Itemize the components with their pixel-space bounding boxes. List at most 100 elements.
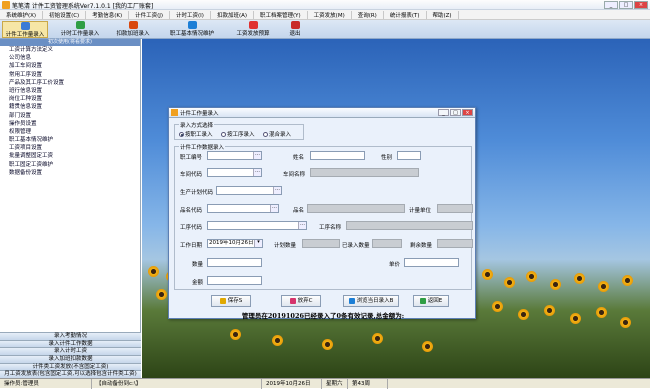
toolbar-piecework-entry[interactable]: 计件工作量录入 — [2, 21, 48, 38]
workshop-code-field[interactable]: … — [207, 168, 262, 177]
mode-mixed-radio[interactable]: 混合录入 — [263, 130, 291, 138]
unit-field — [437, 204, 473, 213]
sidebar-item-native-place[interactable]: 籍贯信息设置 — [0, 103, 140, 111]
process-code-field[interactable]: … — [207, 221, 307, 230]
dialog-minimize-button[interactable]: _ — [438, 109, 449, 116]
menu-deduction[interactable]: 扣款加班(A) — [211, 10, 255, 19]
return-button[interactable]: 返回E — [413, 295, 449, 307]
save-button[interactable]: 保存S — [211, 295, 251, 307]
toolbar-exit[interactable]: 退出 — [283, 21, 307, 38]
list-icon — [20, 22, 30, 30]
dialog-maximize-button[interactable]: □ — [450, 109, 461, 116]
piecework-entry-dialog: 计件工作量录入 _ □ × 录入方式选择 按职工录入 按工序录入 混合录入 计件… — [168, 107, 476, 320]
sunflower — [230, 329, 241, 340]
discard-icon — [289, 297, 296, 304]
status-bar: 操作员:管理员 【自动备份到c:\】 2019年10月26日 星期六 第43周 — [0, 378, 650, 389]
sidebar: 初次使用(将看要求) 工资计算方法定义 公司信息 加工车间设置 常用工序设置 产… — [0, 39, 141, 378]
sunflower — [504, 277, 515, 288]
sunflower — [622, 275, 633, 286]
mode-by-employee-radio[interactable]: 按职工录入 — [179, 130, 213, 138]
browse-icon[interactable]: … — [298, 222, 306, 229]
remaining-qty-field — [437, 239, 473, 248]
browse-icon[interactable]: … — [253, 169, 261, 176]
sidebar-header: 初次使用(将看要求) — [0, 39, 140, 46]
menu-bar: 系统维护(X) 初始设置(C) 考勤信息(K) 计件工资(J) 计时工资(I) … — [0, 10, 650, 20]
product-code-field[interactable]: … — [207, 204, 279, 213]
emp-no-field[interactable]: … — [207, 151, 262, 160]
sidebar-nav-piece-pay[interactable]: 计件类工资发放(不含固定工资) — [0, 362, 141, 371]
quantity-field[interactable] — [207, 258, 262, 267]
sunflower — [550, 279, 561, 290]
sidebar-item-workshop[interactable]: 加工车间设置 — [0, 62, 140, 70]
app-icon — [2, 1, 10, 9]
browse-icon[interactable]: … — [253, 152, 261, 159]
sidebar-item-batch-adjust[interactable]: 批量调整固定工资 — [0, 152, 140, 160]
exit-icon — [290, 21, 300, 29]
menu-query[interactable]: 查询(R) — [352, 10, 384, 19]
sunflower — [544, 305, 555, 316]
sidebar-item-wage-method[interactable]: 工资计算方法定义 — [0, 46, 140, 54]
sidebar-item-post[interactable]: 岗位工种设置 — [0, 95, 140, 103]
menu-init[interactable]: 初始设置(C) — [43, 10, 87, 19]
radio-empty-icon — [221, 132, 226, 137]
close-button[interactable]: × — [634, 1, 648, 9]
sidebar-item-shift[interactable]: 班行信息设置 — [0, 87, 140, 95]
amount-field[interactable] — [207, 276, 262, 285]
sidebar-nav-deduction[interactable]: 录入加班扣款数据 — [0, 354, 141, 363]
maximize-button[interactable]: □ — [619, 1, 633, 9]
work-date-picker[interactable]: 2019年10月26日 ▾ — [207, 239, 263, 248]
sidebar-nav-piecework[interactable]: 录入计件工作数据 — [0, 339, 141, 348]
menu-employee[interactable]: 职工档案管理(Y) — [254, 10, 308, 19]
sunflower — [322, 339, 333, 350]
chevron-down-icon[interactable]: ▾ — [254, 240, 262, 247]
sidebar-item-common-process[interactable]: 常用工序设置 — [0, 71, 140, 79]
menu-reports[interactable]: 统计报表(T) — [384, 10, 427, 19]
price-label: 单价 — [389, 262, 401, 268]
minimize-button[interactable]: _ — [604, 1, 618, 9]
menu-attendance[interactable]: 考勤信息(K) — [86, 10, 130, 19]
name-label: 姓名 — [293, 155, 305, 161]
sidebar-item-wage-items[interactable]: 工资项目设置 — [0, 144, 140, 152]
toolbar-timework-entry[interactable]: 计时工作量录入 — [57, 21, 103, 38]
save-icon — [219, 297, 226, 304]
sidebar-item-employee-info[interactable]: 职工基本情况维护 — [0, 136, 140, 144]
sidebar-item-fixed-wage[interactable]: 职工固定工资维护 — [0, 161, 140, 169]
sidebar-item-permission[interactable]: 权限管理 — [0, 128, 140, 136]
work-date-label: 工作日期 — [180, 243, 203, 249]
browse-icon[interactable]: … — [273, 187, 281, 194]
sidebar-bottom-panel: 录入考勤情况 录入计件工作数据 录入计时工资 录入加班扣款数据 计件类工资发放(… — [0, 331, 141, 378]
menu-piecework[interactable]: 计件工资(J) — [129, 10, 171, 19]
plan-qty-field — [302, 239, 340, 248]
toolbar-deduction-entry[interactable]: 扣款加班录入 — [112, 21, 154, 38]
browse-today-button[interactable]: 浏览当日录入B — [343, 295, 399, 307]
sunflower — [620, 317, 631, 328]
sidebar-nav-attendance[interactable]: 录入考勤情况 — [0, 331, 141, 340]
discard-button[interactable]: 放弃C — [281, 295, 321, 307]
toolbar-employee-maintain[interactable]: 职工基本情况维护 — [166, 21, 218, 38]
sidebar-nav-monthly-pay[interactable]: 月工资发放表(包含固定工资,可以选择包含计件类工资) — [0, 370, 141, 378]
menu-timework[interactable]: 计时工资(I) — [170, 10, 211, 19]
name-field[interactable] — [310, 151, 365, 160]
sunflower — [518, 309, 529, 320]
sunflower — [598, 281, 609, 292]
sunflower — [574, 273, 585, 284]
sidebar-item-operator[interactable]: 操作员设置 — [0, 120, 140, 128]
toolbar-payroll-budget[interactable]: 工资发放预算 — [232, 21, 274, 38]
sidebar-item-company[interactable]: 公司信息 — [0, 54, 140, 62]
dialog-close-button[interactable]: × — [462, 109, 473, 116]
menu-help[interactable]: 帮助(Z) — [427, 10, 459, 19]
sidebar-nav-timework[interactable]: 录入计时工资 — [0, 347, 141, 355]
plan-no-field[interactable]: … — [216, 186, 282, 195]
mode-by-process-radio[interactable]: 按工序录入 — [221, 130, 255, 138]
menu-system[interactable]: 系统维护(X) — [0, 10, 44, 19]
unit-label: 计量单位 — [409, 208, 432, 214]
sidebar-item-product-price[interactable]: 产品及其工序工价设置 — [0, 79, 140, 87]
sunflower — [492, 301, 503, 312]
browse-icon[interactable]: … — [270, 205, 278, 212]
sunflower — [482, 269, 493, 280]
menu-payroll[interactable]: 工资发放(M) — [308, 10, 352, 19]
gender-field[interactable] — [397, 151, 421, 160]
sidebar-item-department[interactable]: 部门设置 — [0, 112, 140, 120]
price-field[interactable] — [404, 258, 459, 267]
sidebar-item-backup[interactable]: 数据备份设置 — [0, 169, 140, 177]
